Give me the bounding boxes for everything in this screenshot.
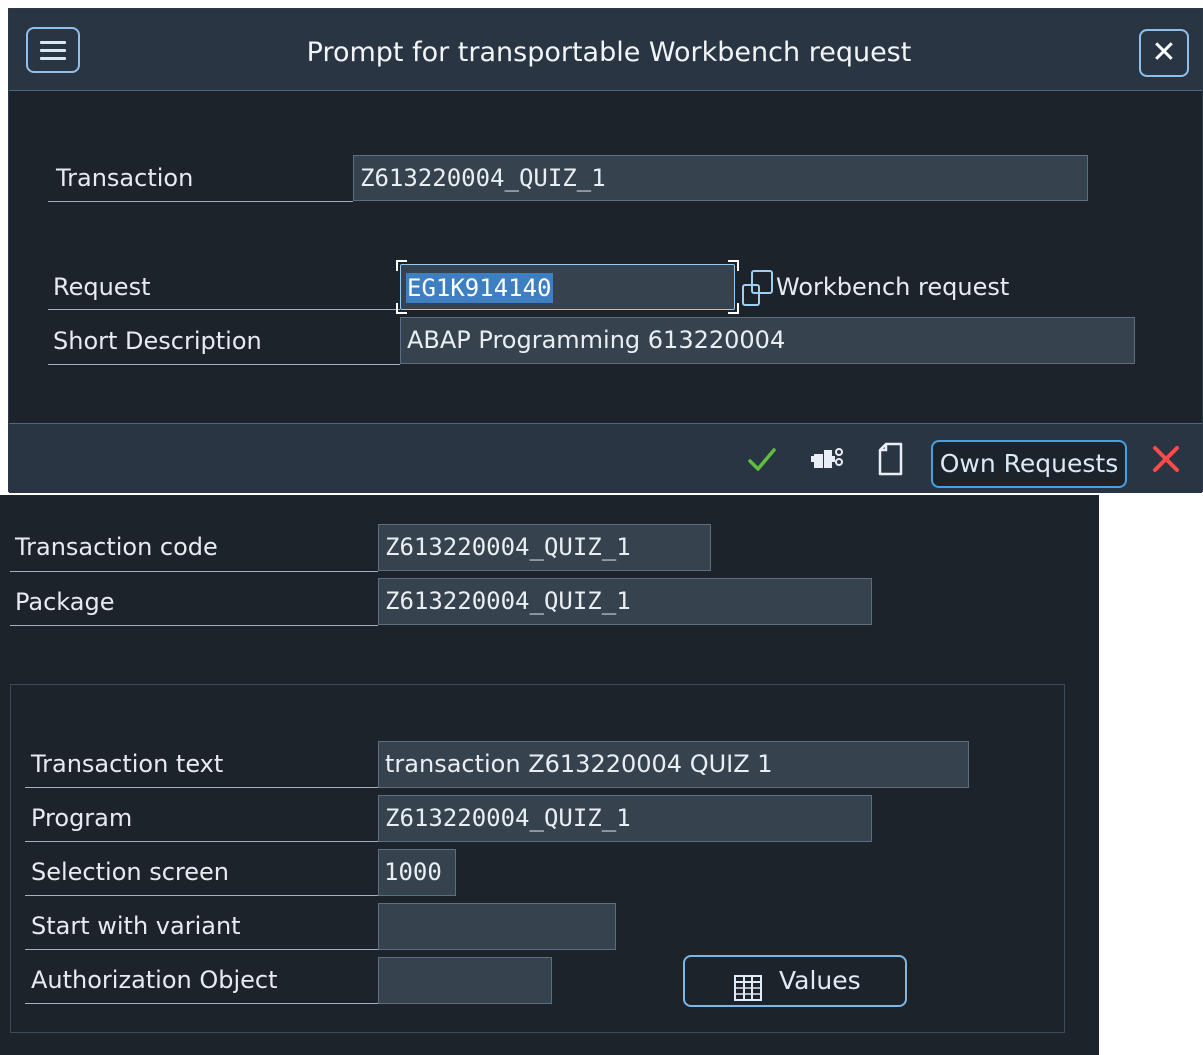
program-field[interactable]: Z613220004_QUIZ_1 — [378, 795, 872, 842]
selection-screen-field[interactable]: 1000 — [378, 849, 456, 896]
hamburger-menu-icon[interactable] — [26, 27, 80, 73]
blank-document-icon[interactable] — [875, 440, 907, 478]
authorization-object-label: Authorization Object — [25, 968, 378, 1004]
cancel-x-icon[interactable] — [1149, 442, 1183, 476]
dialog-title: Prompt for transportable Workbench reque… — [306, 37, 912, 68]
transaction-text-field[interactable]: transaction Z613220004 QUIZ 1 — [378, 741, 969, 788]
values-table-icon — [734, 969, 762, 1001]
checkmark-icon[interactable] — [745, 443, 779, 477]
value-help-icon[interactable] — [740, 267, 776, 309]
transaction-maintenance-screen: Transaction code Z613220004_QUIZ_1 Packa… — [0, 495, 1099, 1055]
short-description-label: Short Description — [48, 327, 400, 365]
close-icon[interactable]: ✕ — [1139, 29, 1189, 77]
request-input[interactable]: EG1K914140 — [396, 260, 739, 314]
own-requests-button[interactable]: Own Requests — [931, 440, 1127, 488]
transaction-field: Z613220004_QUIZ_1 — [353, 155, 1088, 201]
transaction-text-label: Transaction text — [25, 752, 378, 788]
selection-screen-label: Selection screen — [25, 860, 378, 896]
transaction-code-field: Z613220004_QUIZ_1 — [378, 524, 711, 571]
request-value-selected: EG1K914140 — [406, 273, 553, 303]
start-with-variant-label: Start with variant — [25, 914, 378, 950]
request-type-text: Workbench request — [776, 273, 1010, 301]
authorization-object-field[interactable] — [378, 957, 552, 1004]
start-with-variant-field[interactable] — [378, 903, 616, 950]
program-label: Program — [25, 806, 378, 842]
dialog-footer-toolbar: Own Requests — [9, 423, 1202, 493]
package-label: Package — [10, 590, 378, 626]
dialog-title-bar: Prompt for transportable Workbench reque… — [9, 9, 1202, 91]
values-button-label: Values — [779, 966, 861, 995]
request-label: Request — [48, 272, 400, 310]
package-field[interactable]: Z613220004_QUIZ_1 — [378, 578, 872, 625]
short-description-field[interactable]: ABAP Programming 613220004 — [400, 317, 1135, 364]
transport-request-dialog: Prompt for transportable Workbench reque… — [8, 8, 1203, 493]
transaction-code-label: Transaction code — [10, 535, 378, 572]
values-button[interactable]: Values — [683, 955, 907, 1007]
transaction-label: Transaction — [48, 163, 353, 202]
create-request-icon[interactable] — [808, 442, 848, 478]
